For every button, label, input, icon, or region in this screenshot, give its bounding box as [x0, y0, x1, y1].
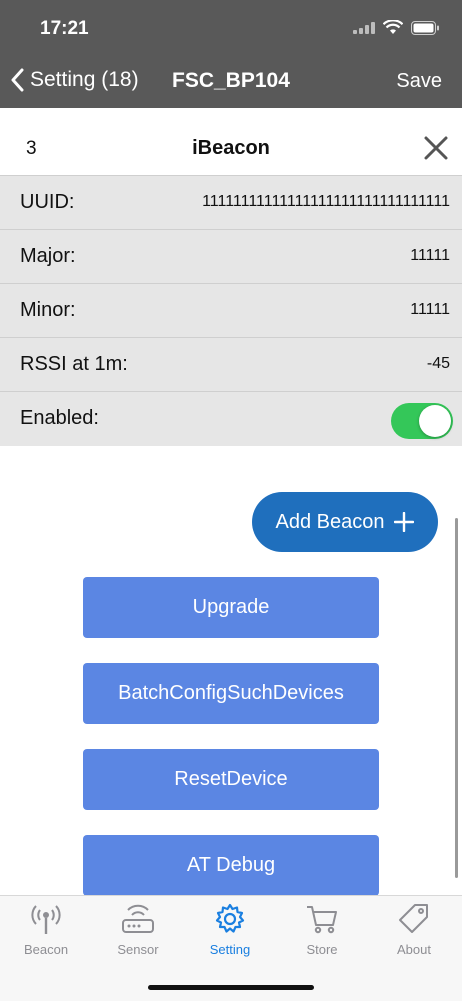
close-icon[interactable]	[422, 134, 450, 162]
tag-icon	[399, 904, 428, 933]
back-button[interactable]: Setting (18)	[10, 68, 139, 92]
enabled-label: Enabled:	[20, 407, 99, 429]
major-value: 11111	[410, 247, 450, 264]
scrollbar[interactable]	[455, 518, 458, 878]
uuid-row[interactable]: UUID: 11111111111111111111111111111111	[0, 175, 462, 229]
back-label: Setting (18)	[30, 68, 139, 91]
tab-about[interactable]: About	[368, 902, 460, 957]
signal-icon	[353, 21, 375, 34]
major-label: Major:	[20, 245, 76, 267]
antenna-icon	[31, 905, 61, 934]
enabled-row: Enabled:	[0, 391, 462, 446]
cart-icon	[307, 906, 337, 934]
status-bar: 17:21	[0, 0, 462, 56]
tab-setting-label: Setting	[209, 942, 251, 957]
gear-icon	[215, 903, 245, 933]
save-button[interactable]: Save	[396, 70, 442, 93]
tab-store-label: Store	[306, 942, 338, 957]
uuid-label: UUID:	[20, 191, 75, 213]
upgrade-label: Upgrade	[192, 596, 270, 618]
enabled-toggle[interactable]	[391, 403, 453, 439]
batch-config-label: BatchConfigSuchDevices	[118, 682, 344, 704]
add-beacon-button[interactable]: Add Beacon	[252, 492, 438, 552]
rssi-row[interactable]: RSSI at 1m: -45	[0, 337, 462, 391]
chevron-left-icon	[11, 68, 24, 92]
nav-bar: Setting (18) FSC_BP104 Save	[0, 56, 462, 108]
page-title: FSC_BP104	[172, 69, 290, 92]
router-icon	[122, 904, 154, 933]
battery-icon	[411, 20, 439, 35]
tab-about-label: About	[397, 942, 431, 957]
reset-device-button[interactable]: ResetDevice	[83, 749, 379, 810]
tab-sensor[interactable]: Sensor	[92, 902, 184, 957]
tab-beacon[interactable]: Beacon	[0, 902, 92, 957]
upgrade-button[interactable]: Upgrade	[83, 577, 379, 638]
uuid-value: 11111111111111111111111111111111	[202, 193, 450, 210]
wifi-icon	[383, 20, 403, 34]
tab-setting[interactable]: Setting	[184, 902, 276, 957]
at-debug-button[interactable]: AT Debug	[83, 835, 379, 896]
toggle-knob	[419, 405, 451, 437]
tab-sensor-label: Sensor	[117, 942, 159, 957]
tab-beacon-label: Beacon	[23, 942, 69, 957]
rssi-value: -45	[426, 355, 450, 372]
minor-row[interactable]: Minor: 11111	[0, 283, 462, 337]
rssi-label: RSSI at 1m:	[20, 353, 128, 375]
minor-label: Minor:	[20, 299, 76, 321]
beacon-header: 3 iBeacon	[0, 108, 462, 174]
at-debug-label: AT Debug	[186, 854, 276, 876]
tab-store[interactable]: Store	[276, 902, 368, 957]
beacon-title: iBeacon	[192, 137, 270, 159]
minor-value: 11111	[410, 301, 450, 318]
batch-config-button[interactable]: BatchConfigSuchDevices	[83, 663, 379, 724]
status-icons	[353, 20, 440, 35]
reset-device-label: ResetDevice	[174, 768, 288, 790]
home-indicator	[148, 985, 314, 990]
plus-icon	[394, 512, 415, 532]
add-beacon-label: Add Beacon	[275, 510, 385, 533]
status-time: 17:21	[40, 18, 89, 39]
major-row[interactable]: Major: 11111	[0, 229, 462, 283]
